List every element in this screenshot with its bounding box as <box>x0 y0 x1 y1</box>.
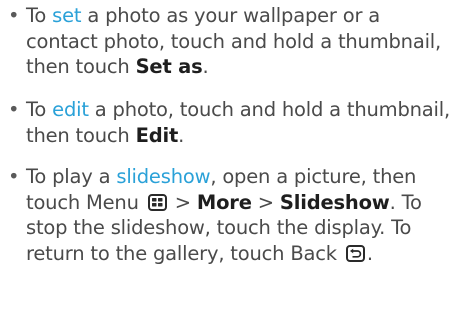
edit-link-term: edit <box>52 98 89 121</box>
instructions-list: • To set a photo as your wallpaper or a … <box>0 0 457 309</box>
bullet: • <box>8 165 20 188</box>
slideshow-link-term: slideshow <box>116 165 211 188</box>
more-term: More <box>196 190 252 214</box>
back-key-icon <box>345 244 365 262</box>
list-item-text: To edit a photo, touch and hold a thumbn… <box>26 98 450 147</box>
bullet: • <box>8 98 20 121</box>
menu-key-icon <box>147 193 167 211</box>
set-as-term: Set as <box>135 55 203 78</box>
list-item-text: To set a photo as your wallpaper or a co… <box>26 4 442 78</box>
edit-term: Edit <box>135 123 179 147</box>
list-item-edit-photo: • To edit a photo, touch and hold a thum… <box>8 97 453 148</box>
list-item-text: To play a slideshow, open a picture, the… <box>26 165 422 265</box>
slideshow-term: Slideshow <box>279 190 390 214</box>
list-item-slideshow: • To play a slideshow, open a picture, t… <box>8 164 453 266</box>
bullet: • <box>8 4 20 27</box>
set-link-term: set <box>52 4 82 27</box>
list-item-set-photo: • To set a photo as your wallpaper or a … <box>8 3 453 80</box>
